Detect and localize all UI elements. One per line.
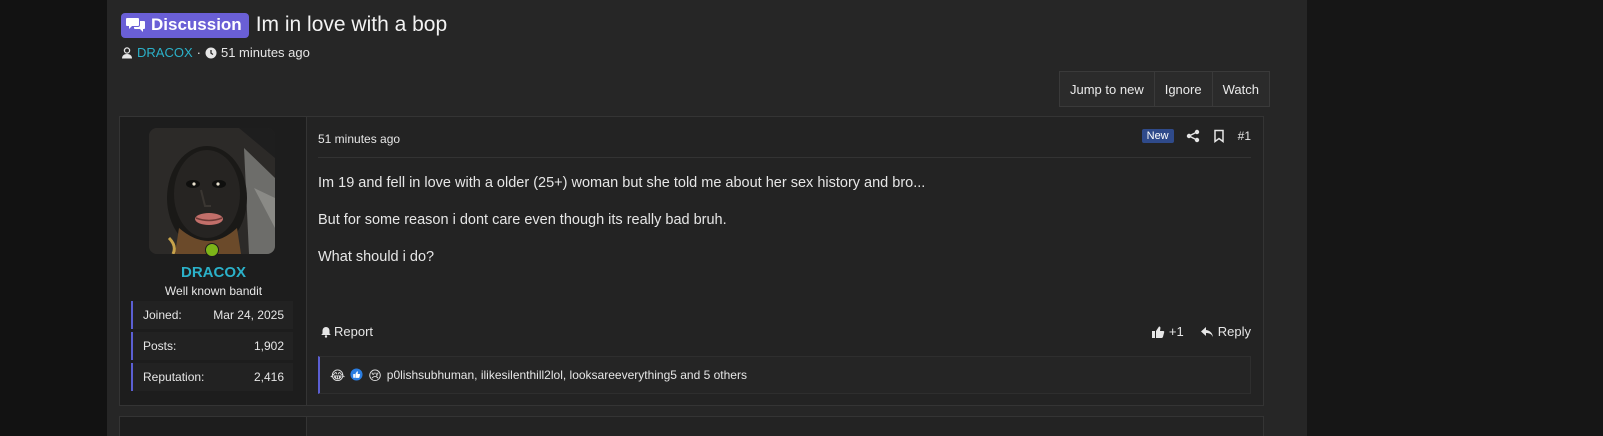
bookmark-icon[interactable] <box>1212 129 1226 143</box>
reply-icon <box>1200 326 1213 337</box>
stat-label: Posts: <box>143 339 177 353</box>
thumbs-up-icon <box>1151 326 1165 338</box>
thread-time[interactable]: 51 minutes ago <box>221 45 310 60</box>
report-label: Report <box>334 324 374 339</box>
watch-button[interactable]: Watch <box>1213 72 1269 106</box>
stat-value: 1,902 <box>253 339 284 353</box>
reply-button[interactable]: Reply <box>1200 324 1251 339</box>
stat-reputation: Reputation: 2,416 <box>131 363 293 391</box>
post-paragraph: What should i do? <box>318 249 435 265</box>
like-button[interactable]: +1 <box>1151 324 1184 339</box>
stat-label: Joined: <box>143 308 182 322</box>
post-paragraph: But for some reason i dont care even tho… <box>318 212 727 228</box>
bell-icon <box>321 326 331 338</box>
thread-page: Discussion Im in love with a bop DRACOX … <box>107 0 1307 436</box>
discussion-prefix-badge[interactable]: Discussion <box>121 12 249 38</box>
stat-label: Reputation: <box>143 370 205 384</box>
post-header-actions: New #1 <box>1141 129 1251 143</box>
reactions-users[interactable]: p0lishsubhuman, ilikesilenthill2lol, loo… <box>387 368 747 382</box>
online-status-indicator <box>205 243 219 257</box>
stat-posts: Posts: 1,902 <box>131 332 293 360</box>
next-post-stub <box>119 416 1264 436</box>
thread-actions: Jump to new Ignore Watch <box>1059 71 1270 107</box>
avatar[interactable] <box>149 128 275 254</box>
stat-value: 2,416 <box>253 370 284 384</box>
meta-separator: · <box>196 45 201 60</box>
thread-meta: DRACOX · 51 minutes ago <box>121 45 310 60</box>
share-icon[interactable] <box>1186 129 1200 143</box>
user-icon <box>121 46 133 59</box>
post-number[interactable]: #1 <box>1238 129 1251 143</box>
report-button[interactable]: Report <box>320 324 373 339</box>
post-body: Im 19 and fell in love with a older (25+… <box>318 175 925 286</box>
jump-to-new-button[interactable]: Jump to new <box>1060 72 1155 106</box>
prefix-label: Discussion <box>151 15 242 34</box>
laughing-emoji-icon: 😂 <box>330 367 346 383</box>
like-reaction-icon <box>350 367 363 383</box>
right-background <box>1307 0 1603 436</box>
post-content: 51 minutes ago New #1 Im 19 and fell in … <box>318 117 1251 405</box>
post-time[interactable]: 51 minutes ago <box>318 132 400 146</box>
thread-title-row: Discussion Im in love with a bop <box>121 12 447 38</box>
user-title: Well known bandit <box>164 284 263 298</box>
reactions-bar[interactable]: 😂 😢 p0lishsubhuman, ilikesilenthill2lol,… <box>318 356 1251 394</box>
post-header: 51 minutes ago New #1 <box>318 117 1251 158</box>
new-badge: New <box>1141 129 1174 143</box>
ignore-button[interactable]: Ignore <box>1155 72 1213 106</box>
post-footer: Report +1 Reply <box>318 324 1251 342</box>
clock-icon <box>205 47 217 59</box>
stat-joined: Joined: Mar 24, 2025 <box>131 301 293 329</box>
like-count: +1 <box>1168 324 1184 339</box>
thread-author-link[interactable]: DRACOX <box>137 45 193 60</box>
stat-value: Mar 24, 2025 <box>213 308 284 322</box>
next-post-user-pane <box>120 417 307 436</box>
reply-label: Reply <box>1217 324 1251 339</box>
post-footer-actions: +1 Reply <box>1151 324 1251 339</box>
comments-icon <box>126 18 145 32</box>
post-username[interactable]: DRACOX <box>120 264 307 281</box>
thread-title: Im in love with a bop <box>255 13 448 36</box>
sad-emoji-icon: 😢 <box>368 367 382 383</box>
post-message: DRACOX Well known bandit Joined: Mar 24,… <box>119 116 1264 406</box>
post-user-pane: DRACOX Well known bandit Joined: Mar 24,… <box>120 117 307 405</box>
post-paragraph: Im 19 and fell in love with a older (25+… <box>318 175 926 191</box>
